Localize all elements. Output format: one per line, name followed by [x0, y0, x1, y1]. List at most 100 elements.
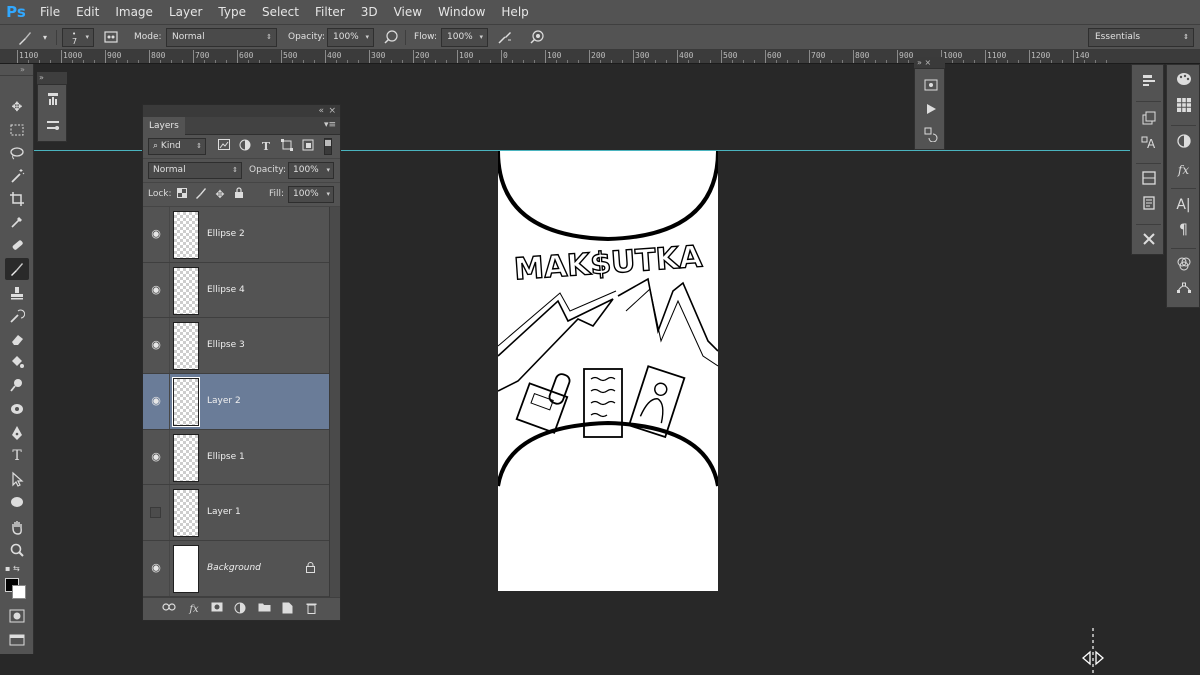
adjustment-layer-icon[interactable] — [232, 602, 248, 617]
history-panel-icon[interactable] — [921, 126, 940, 145]
ellipse-tool-icon[interactable] — [5, 491, 29, 513]
filter-pixel-icon[interactable] — [217, 139, 231, 154]
color-palette-icon[interactable] — [1174, 72, 1193, 91]
menu-help[interactable]: Help — [493, 0, 536, 24]
brush-size-picker[interactable]: • 7 ▾ — [62, 28, 94, 47]
mini-panel-header[interactable]: » — [37, 72, 67, 84]
filter-adjustment-icon[interactable] — [238, 139, 252, 154]
quick-mask-icon[interactable] — [5, 605, 29, 627]
menu-3d[interactable]: 3D — [353, 0, 386, 24]
filter-smart-object-icon[interactable] — [301, 139, 315, 154]
pen-tool-icon[interactable] — [5, 422, 29, 444]
layer-name[interactable]: Ellipse 2 — [207, 227, 245, 241]
path-selection-tool-icon[interactable] — [5, 468, 29, 490]
workspace-select[interactable]: Essentials ⇕ — [1088, 28, 1194, 47]
brush-presets-icon[interactable] — [43, 91, 62, 110]
eraser-tool-icon[interactable] — [5, 328, 29, 350]
character-style-icon[interactable]: A — [1139, 135, 1158, 154]
eyedropper-tool-icon[interactable] — [5, 211, 29, 233]
crop-tool-icon[interactable] — [5, 188, 29, 210]
layer-name[interactable]: Background — [207, 561, 261, 575]
menu-filter[interactable]: Filter — [307, 0, 353, 24]
pressure-size-icon[interactable] — [528, 29, 546, 47]
paint-bucket-tool-icon[interactable] — [5, 351, 29, 373]
lock-image-pixels-icon[interactable] — [194, 187, 208, 202]
paragraph-panel-icon[interactable]: ¶ — [1174, 221, 1193, 240]
move-tool-icon[interactable]: ✥ — [5, 96, 29, 118]
layer-row-ellipse-1[interactable]: ◉ Ellipse 1 — [143, 429, 329, 486]
layer-name[interactable]: Ellipse 1 — [207, 450, 245, 464]
visibility-eye-icon[interactable]: ◉ — [149, 227, 163, 241]
layer-row-background[interactable]: ◉ Background — [143, 541, 329, 597]
actions-play-icon[interactable] — [921, 102, 940, 121]
marquee-tool-icon[interactable] — [5, 119, 29, 141]
layer-row-layer-1[interactable]: Layer 1 — [143, 485, 329, 542]
panel-menu-icon[interactable]: ▾≡ — [324, 120, 336, 130]
blend-mode-select[interactable]: Normal ⇕ — [148, 162, 242, 179]
menu-image[interactable]: Image — [107, 0, 161, 24]
magic-wand-tool-icon[interactable] — [5, 165, 29, 187]
lock-icon[interactable] — [306, 562, 315, 576]
character-panel-icon[interactable]: A| — [1174, 196, 1193, 215]
menu-window[interactable]: Window — [430, 0, 493, 24]
lock-all-icon[interactable] — [232, 187, 246, 202]
channels-panel-icon[interactable] — [1174, 257, 1193, 276]
adjustments-icon[interactable] — [1174, 134, 1193, 153]
brush-panel-toggle-icon[interactable] — [102, 29, 120, 47]
zoom-tool-icon[interactable] — [5, 539, 29, 561]
history-brush-tool-icon[interactable] — [5, 305, 29, 327]
layer-name[interactable]: Ellipse 4 — [207, 283, 245, 297]
blur-tool-icon[interactable] — [5, 397, 29, 419]
floating-panel-header[interactable]: » × — [914, 57, 945, 68]
styles-fx-icon[interactable]: fx — [1174, 161, 1193, 180]
visibility-eye-icon[interactable]: ◉ — [149, 283, 163, 297]
close-icon[interactable]: × — [328, 105, 336, 117]
layer-row-layer-2[interactable]: ◉ Layer 2 — [143, 374, 329, 430]
layers-panel-titlebar[interactable]: « × — [143, 105, 340, 117]
mode-select[interactable]: Normal ⇕ — [166, 28, 277, 47]
tools-panel-header[interactable]: » — [0, 64, 33, 76]
new-group-folder-icon[interactable] — [256, 602, 272, 617]
flow-field[interactable]: 100% ▾ — [441, 28, 488, 47]
swatches-grid-icon[interactable] — [1174, 98, 1193, 117]
menu-file[interactable]: File — [32, 0, 68, 24]
filter-kind-select[interactable]: ⌕ Kind ⇕ — [148, 138, 206, 155]
properties-panel-icon[interactable] — [1139, 171, 1158, 190]
layer-name[interactable]: Ellipse 3 — [207, 338, 245, 352]
layer-name[interactable]: Layer 1 — [207, 505, 241, 519]
fill-field[interactable]: 100% ▾ — [288, 186, 334, 203]
menu-layer[interactable]: Layer — [161, 0, 210, 24]
menu-edit[interactable]: Edit — [68, 0, 107, 24]
paths-panel-icon[interactable] — [1174, 281, 1193, 300]
layer-style-fx-icon[interactable]: fx — [186, 602, 202, 617]
layer-name[interactable]: Layer 2 — [207, 394, 241, 408]
screen-mode-icon[interactable] — [5, 629, 29, 651]
notes-panel-icon[interactable] — [1139, 196, 1158, 215]
visibility-eye-icon[interactable]: ◉ — [149, 394, 163, 408]
layer-row-ellipse-3[interactable]: ◉ Ellipse 3 — [143, 318, 329, 375]
link-layers-icon[interactable] — [161, 602, 177, 617]
swap-colors-icon[interactable]: ▪ ⇆ — [5, 561, 29, 575]
filter-type-icon[interactable]: T — [259, 139, 273, 154]
brush-tool-icon[interactable] — [5, 258, 29, 280]
preset-dropdown-icon[interactable]: ▾ — [36, 29, 54, 47]
airbrush-icon[interactable] — [496, 29, 514, 47]
clone-stamp-tool-icon[interactable] — [5, 282, 29, 304]
layer-row-ellipse-4[interactable]: ◉ Ellipse 4 — [143, 262, 329, 319]
canvas-document[interactable]: MAK$UTKA — [498, 151, 718, 591]
layers-scrollbar[interactable] — [329, 207, 340, 597]
menu-type[interactable]: Type — [210, 0, 254, 24]
info-panel-icon[interactable] — [921, 77, 940, 96]
add-mask-icon[interactable] — [209, 602, 225, 617]
clone-source-icon[interactable] — [43, 117, 62, 136]
brush-tool-preset-icon[interactable] — [16, 29, 34, 47]
visibility-eye-icon[interactable]: ◉ — [149, 450, 163, 464]
new-layer-icon[interactable] — [279, 602, 295, 617]
dodge-tool-icon[interactable] — [5, 374, 29, 396]
layer-row-ellipse-2[interactable]: ◉ Ellipse 2 — [143, 207, 329, 263]
lock-position-icon[interactable]: ✥ — [213, 187, 227, 202]
menu-select[interactable]: Select — [254, 0, 307, 24]
pressure-opacity-icon[interactable] — [382, 29, 400, 47]
type-tool-icon[interactable]: T — [5, 445, 29, 467]
tool-presets-icon[interactable] — [1139, 231, 1158, 250]
